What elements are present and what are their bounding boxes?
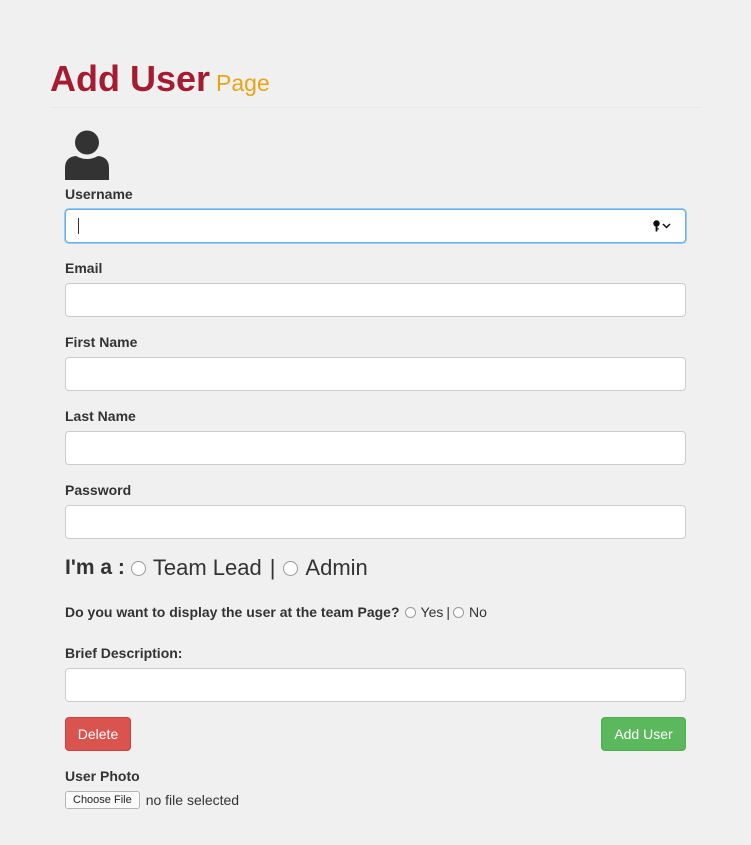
email-label: Email <box>65 260 103 276</box>
display-radio-yes[interactable] <box>404 606 416 618</box>
password-manager-button[interactable] <box>653 220 671 232</box>
first-name-label: First Name <box>65 334 138 350</box>
user-icon <box>65 130 109 180</box>
page-title-main: Add User <box>50 58 211 99</box>
choose-file-button[interactable]: Choose File <box>65 791 140 809</box>
last-name-label: Last Name <box>65 408 136 424</box>
page-title: Add User Page <box>50 58 270 100</box>
user-photo-file-input: Choose File no file selected <box>65 791 239 809</box>
text-cursor <box>78 218 79 234</box>
page-title-sub: Page <box>216 70 270 96</box>
file-status: no file selected <box>145 792 240 808</box>
display-option-no: No <box>469 604 487 620</box>
password-input[interactable] <box>65 505 686 539</box>
display-radio-no[interactable] <box>453 606 464 618</box>
chevron-down-icon <box>662 223 671 229</box>
role-prompt: I'm a : <box>65 556 125 579</box>
role-option-team-lead: Team Lead <box>152 555 262 580</box>
role-selector: I'm a : Team Lead | Admin <box>65 555 368 581</box>
add-user-button[interactable]: Add User <box>601 717 686 751</box>
email-input[interactable] <box>65 283 686 317</box>
password-label: Password <box>65 482 132 498</box>
display-option-yes: Yes <box>420 604 444 620</box>
user-photo-label: User Photo <box>65 768 140 784</box>
username-input[interactable] <box>65 209 686 243</box>
title-divider <box>50 107 701 108</box>
last-name-input[interactable] <box>65 431 686 465</box>
display-prompt: Do you want to display the user at the t… <box>65 604 400 620</box>
delete-button[interactable]: Delete <box>65 717 131 751</box>
role-radio-admin[interactable] <box>283 560 299 576</box>
first-name-input[interactable] <box>65 357 686 391</box>
display-selector: Do you want to display the user at the t… <box>65 604 487 620</box>
description-label: Brief Description: <box>65 645 183 661</box>
display-separator: | <box>446 604 450 620</box>
key-icon <box>653 220 660 232</box>
role-separator: | <box>269 555 276 580</box>
role-radio-team-lead[interactable] <box>130 560 146 576</box>
role-option-admin: Admin <box>305 555 368 580</box>
username-label: Username <box>65 186 133 202</box>
description-input[interactable] <box>65 668 686 702</box>
